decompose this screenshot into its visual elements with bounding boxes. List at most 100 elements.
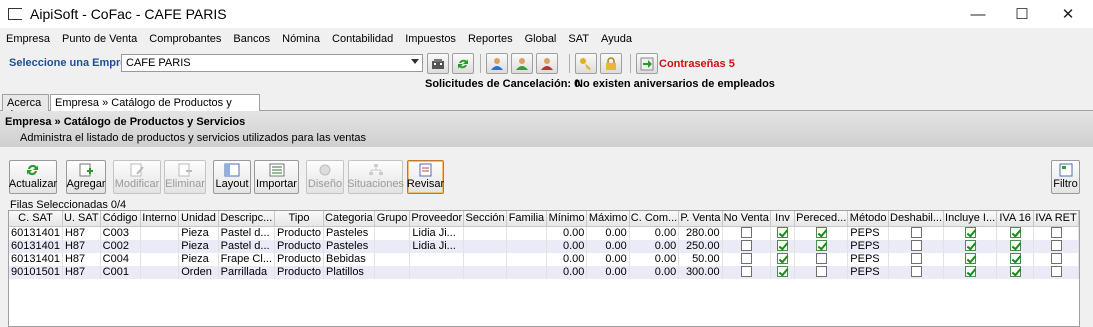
column-header[interactable]: Método (847, 211, 890, 227)
perecedero-checkbox[interactable] (815, 227, 827, 239)
noventa-checkbox[interactable] (740, 240, 752, 252)
table-row[interactable]: 60131401 H87 C002 Pieza Pastel d... Producto P… (9, 239, 1079, 253)
perecedero-checkbox[interactable] (815, 266, 827, 278)
user-button-3[interactable] (536, 53, 558, 74)
menu-global[interactable]: Global (519, 33, 563, 45)
menu-ayuda[interactable]: Ayuda (595, 33, 638, 45)
deshab-checkbox[interactable] (910, 240, 922, 252)
table-row[interactable]: 60131401 H87 C004 Pieza Frape Cl... Producto B… (9, 252, 1079, 266)
products-grid[interactable]: C. SAT U. SAT Código Interno Unidad Desc… (8, 210, 1080, 327)
maximize-button[interactable]: ☐ (999, 0, 1045, 28)
incluye-checkbox[interactable] (964, 240, 976, 252)
tab-catalogo[interactable]: Empresa » Catálogo de Productos y Servic… (50, 94, 260, 122)
column-header[interactable]: Grupo (374, 211, 411, 227)
add-document-icon (79, 163, 93, 177)
building-button[interactable] (427, 53, 449, 74)
deshab-checkbox[interactable] (910, 253, 922, 265)
column-header[interactable]: C. Com... (629, 211, 680, 227)
iva16-checkbox[interactable] (1009, 227, 1021, 239)
column-header[interactable]: Pereced... (794, 211, 849, 227)
layout-button[interactable]: Layout (213, 160, 251, 194)
cell-unidad: Pieza (178, 239, 219, 253)
menu-contabilidad[interactable]: Contabilidad (326, 33, 399, 45)
cell-inv (770, 226, 796, 240)
importar-button[interactable]: Importar (254, 160, 299, 194)
noventa-checkbox[interactable] (740, 227, 752, 239)
cell-proveedor (409, 252, 465, 266)
menu-impuestos[interactable]: Impuestos (399, 33, 462, 45)
inv-checkbox[interactable] (776, 227, 788, 239)
tab-acerca-de[interactable]: Acerca de (2, 94, 49, 121)
perecedero-checkbox[interactable] (815, 253, 827, 265)
ivaret-checkbox[interactable] (1050, 240, 1062, 252)
iva16-checkbox[interactable] (1009, 253, 1021, 265)
incluye-checkbox[interactable] (964, 253, 976, 265)
minimize-button[interactable]: — (955, 0, 1001, 28)
column-header[interactable]: Descripc... (218, 211, 276, 227)
ivaret-checkbox[interactable] (1050, 266, 1062, 278)
inv-checkbox[interactable] (776, 266, 788, 278)
company-select[interactable]: CAFE PARIS (121, 54, 423, 72)
noventa-checkbox[interactable] (740, 266, 752, 278)
actualizar-button[interactable]: Actualizar (9, 160, 57, 194)
perecedero-checkbox[interactable] (815, 240, 827, 252)
inv-checkbox[interactable] (776, 240, 788, 252)
column-header[interactable]: P. Venta (678, 211, 723, 227)
menu-nomina[interactable]: Nómina (276, 33, 326, 45)
diseno-button[interactable]: Diseño (306, 160, 344, 194)
user-button-1[interactable] (486, 53, 508, 74)
table-row[interactable]: 60131401 H87 C003 Pieza Pastel d... Producto P… (9, 226, 1079, 240)
lock-button[interactable] (600, 53, 622, 74)
column-header[interactable]: Proveedor (409, 211, 465, 227)
menu-comprobantes[interactable]: Comprobantes (143, 33, 227, 45)
toolbar-separator (569, 54, 570, 73)
column-header[interactable]: No Venta (722, 211, 771, 227)
incluye-checkbox[interactable] (964, 266, 976, 278)
column-header[interactable]: Unidad (178, 211, 219, 227)
column-header[interactable]: U. SAT (62, 211, 101, 227)
filtro-button[interactable]: Filtro (1051, 160, 1080, 194)
column-header[interactable]: Familia (506, 211, 547, 227)
incluye-checkbox[interactable] (964, 227, 976, 239)
column-header[interactable]: Deshabil... (888, 211, 945, 227)
noventa-checkbox[interactable] (740, 253, 752, 265)
iva16-checkbox[interactable] (1009, 240, 1021, 252)
column-header[interactable]: C. SAT (9, 211, 63, 227)
ivaret-checkbox[interactable] (1050, 253, 1062, 265)
refresh-company-button[interactable] (452, 53, 474, 74)
deshab-checkbox[interactable] (910, 266, 922, 278)
menu-empresa[interactable]: Empresa (0, 33, 56, 45)
revisar-button[interactable]: Revisar (407, 160, 444, 194)
eliminar-button[interactable]: Eliminar (164, 160, 206, 194)
ivaret-checkbox[interactable] (1050, 227, 1062, 239)
close-button[interactable]: ✕ (1045, 0, 1091, 28)
column-header[interactable]: Incluye I... (943, 211, 998, 227)
column-header[interactable]: Mínimo (546, 211, 588, 227)
deshab-checkbox[interactable] (910, 227, 922, 239)
iva16-checkbox[interactable] (1009, 266, 1021, 278)
situaciones-button[interactable]: Situaciones (347, 160, 404, 194)
column-header[interactable]: Tipo (274, 211, 325, 227)
column-header[interactable]: IVA RET (1033, 211, 1079, 227)
column-header[interactable]: Categoria (323, 211, 375, 227)
column-header[interactable]: Sección (463, 211, 508, 227)
column-header[interactable]: Inv (770, 211, 796, 227)
table-row[interactable]: 90101501 H87 C001 Orden Parrillada Producto Pl… (9, 265, 1079, 279)
modificar-button[interactable]: Modificar (113, 160, 161, 194)
passwords-label[interactable]: Contraseñas 5 (659, 58, 735, 70)
column-header[interactable]: Código (100, 211, 141, 227)
agregar-button[interactable]: Agregar (66, 160, 106, 194)
passwords-button[interactable] (636, 53, 658, 74)
column-header[interactable]: Máximo (586, 211, 630, 227)
menu-sat[interactable]: SAT (562, 33, 595, 45)
menu-punto-de-venta[interactable]: Punto de Venta (56, 33, 143, 45)
column-header[interactable]: IVA 16 (996, 211, 1035, 227)
menu-reportes[interactable]: Reportes (462, 33, 519, 45)
user-button-2[interactable] (511, 53, 533, 74)
cell-ccom: 0.00 (629, 226, 680, 240)
inv-checkbox[interactable] (776, 253, 788, 265)
cell-usat: H87 (62, 265, 101, 279)
column-header[interactable]: Interno (140, 211, 180, 227)
key-button[interactable] (575, 53, 597, 74)
menu-bancos[interactable]: Bancos (227, 33, 276, 45)
